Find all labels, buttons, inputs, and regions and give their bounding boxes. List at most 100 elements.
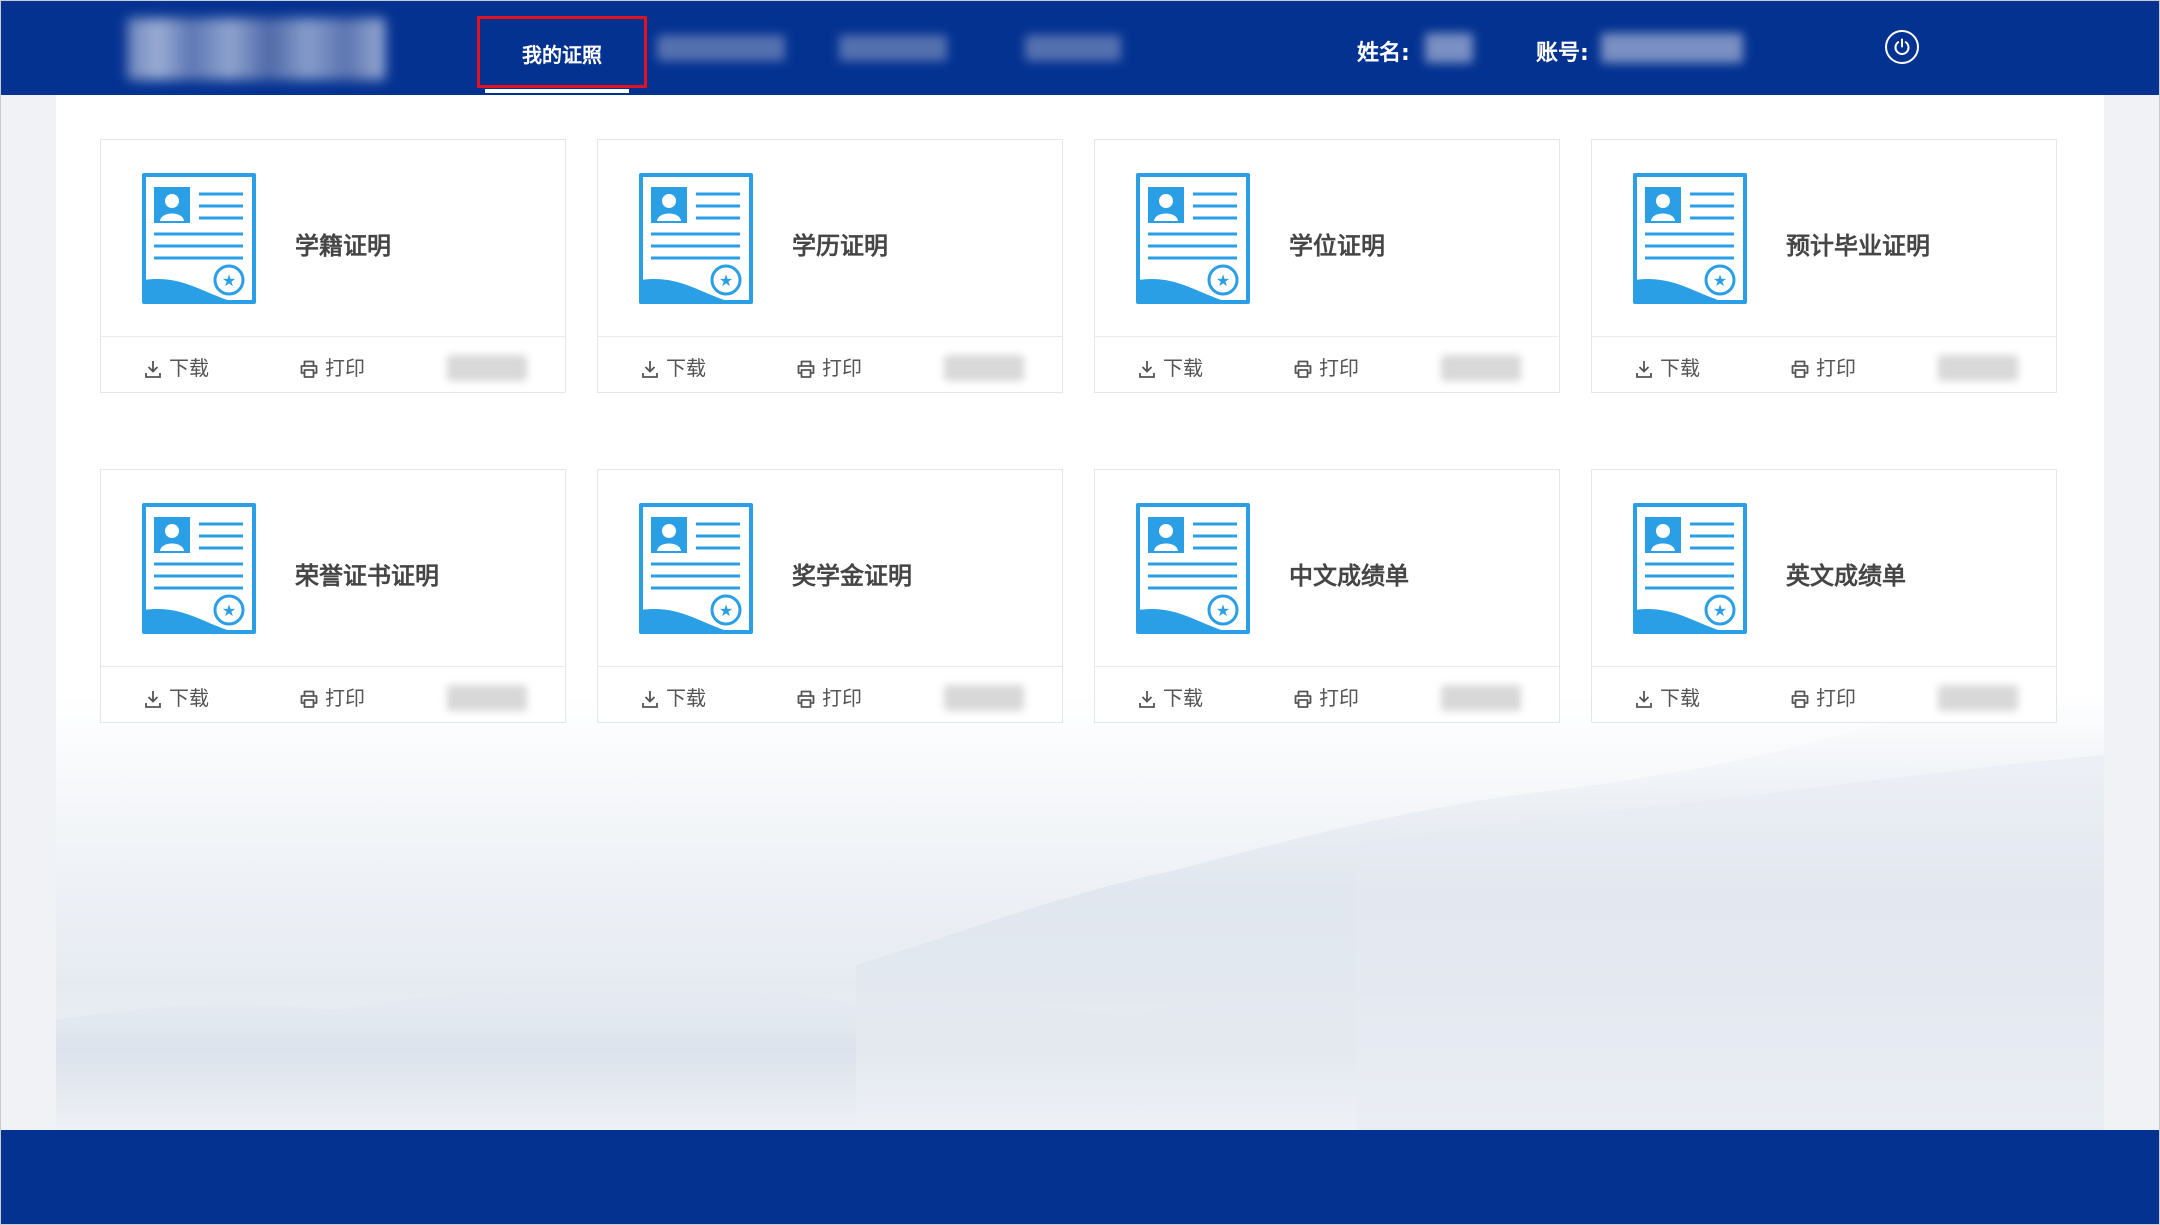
svg-text:★: ★ <box>1713 601 1727 620</box>
card-header[interactable]: ★ 中文成绩单 <box>1095 470 1559 666</box>
logout-button[interactable] <box>1885 30 1919 64</box>
redacted-action[interactable] <box>944 685 1024 711</box>
redacted-action[interactable] <box>944 355 1024 381</box>
certificate-card-english-transcript[interactable]: ★ 英文成绩单 下载 打印 <box>1591 469 2057 723</box>
certificate-card-degree[interactable]: ★ 学位证明 下载 打印 <box>1094 139 1560 393</box>
download-button[interactable]: 下载 <box>640 356 730 380</box>
card-actions: 下载 打印 <box>1592 666 2056 724</box>
printer-icon <box>300 690 318 708</box>
mountain-background <box>56 695 2104 1130</box>
redacted-action[interactable] <box>447 355 527 381</box>
print-label: 打印 <box>325 686 365 710</box>
card-actions: 下载 打印 <box>101 666 565 724</box>
svg-text:★: ★ <box>1713 271 1727 290</box>
download-label: 下载 <box>666 356 706 380</box>
nav-tab-label: 我的证照 <box>522 43 602 67</box>
print-label: 打印 <box>325 356 365 380</box>
card-actions: 下载 打印 <box>1095 666 1559 724</box>
nav-tab-2[interactable] <box>657 35 785 61</box>
card-actions: 下载 打印 <box>1095 336 1559 394</box>
print-button[interactable]: 打印 <box>796 356 886 380</box>
print-button[interactable]: 打印 <box>1293 356 1383 380</box>
redacted-action[interactable] <box>1938 355 2018 381</box>
card-title: 中文成绩单 <box>1289 562 1409 590</box>
card-header[interactable]: ★ 奖学金证明 <box>598 470 1062 666</box>
download-button[interactable]: 下载 <box>1634 356 1724 380</box>
certificate-card-honor[interactable]: ★ 荣誉证书证明 下载 打印 <box>100 469 566 723</box>
print-button[interactable]: 打印 <box>299 686 389 710</box>
printer-icon <box>1294 360 1312 378</box>
download-icon <box>1636 361 1652 378</box>
nav-tab-3[interactable] <box>839 35 947 61</box>
download-icon <box>145 691 161 708</box>
card-header[interactable]: ★ 荣誉证书证明 <box>101 470 565 666</box>
certificate-card-education[interactable]: ★ 学历证明 下载 打印 <box>597 139 1063 393</box>
download-button[interactable]: 下载 <box>1137 686 1227 710</box>
card-title: 荣誉证书证明 <box>295 562 439 590</box>
nav-tab-4[interactable] <box>1025 35 1121 61</box>
download-button[interactable]: 下载 <box>1634 686 1724 710</box>
card-header[interactable]: ★ 学籍证明 <box>101 140 565 336</box>
account-value <box>1601 33 1743 63</box>
certificate-icon: ★ <box>142 173 256 304</box>
download-icon <box>1636 691 1652 708</box>
download-button[interactable]: 下载 <box>1137 356 1227 380</box>
svg-text:★: ★ <box>222 601 236 620</box>
download-label: 下载 <box>1660 356 1700 380</box>
print-label: 打印 <box>1816 356 1856 380</box>
download-label: 下载 <box>666 686 706 710</box>
printer-icon <box>1294 690 1312 708</box>
certificate-icon: ★ <box>142 503 256 634</box>
card-actions: 下载 打印 <box>598 666 1062 724</box>
print-button[interactable]: 打印 <box>299 356 389 380</box>
certificate-card-expected-graduation[interactable]: ★ 预计毕业证明 下载 打印 <box>1591 139 2057 393</box>
name-value <box>1425 33 1473 63</box>
download-icon <box>1139 361 1155 378</box>
certificate-icon: ★ <box>1633 503 1747 634</box>
download-button[interactable]: 下载 <box>143 356 233 380</box>
certificate-icon: ★ <box>1633 173 1747 304</box>
print-label: 打印 <box>822 686 862 710</box>
print-button[interactable]: 打印 <box>1293 686 1383 710</box>
redacted-action[interactable] <box>1441 685 1521 711</box>
card-title: 学籍证明 <box>295 232 391 260</box>
power-icon <box>1894 38 1910 55</box>
download-icon <box>642 691 658 708</box>
site-logo[interactable] <box>127 18 385 80</box>
print-button[interactable]: 打印 <box>796 686 886 710</box>
download-button[interactable]: 下载 <box>143 686 233 710</box>
nav-tab-my-certificates[interactable]: 我的证照 <box>477 16 647 88</box>
card-title: 学历证明 <box>792 232 888 260</box>
redacted-action[interactable] <box>1441 355 1521 381</box>
certificate-card-scholarship[interactable]: ★ 奖学金证明 下载 打印 <box>597 469 1063 723</box>
certificate-card-student-status[interactable]: ★ 学籍证明 下载 打印 <box>100 139 566 393</box>
printer-icon <box>300 360 318 378</box>
svg-text:★: ★ <box>1216 601 1230 620</box>
download-label: 下载 <box>1163 686 1203 710</box>
printer-icon <box>797 690 815 708</box>
print-label: 打印 <box>1319 356 1359 380</box>
card-actions: 下载 打印 <box>1592 336 2056 394</box>
svg-text:★: ★ <box>1216 271 1230 290</box>
printer-icon <box>1791 360 1809 378</box>
redacted-action[interactable] <box>447 685 527 711</box>
card-header[interactable]: ★ 学历证明 <box>598 140 1062 336</box>
download-label: 下载 <box>1660 686 1700 710</box>
card-header[interactable]: ★ 预计毕业证明 <box>1592 140 2056 336</box>
print-label: 打印 <box>822 356 862 380</box>
card-header[interactable]: ★ 学位证明 <box>1095 140 1559 336</box>
card-title: 奖学金证明 <box>792 562 912 590</box>
card-actions: 下载 打印 <box>598 336 1062 394</box>
print-label: 打印 <box>1816 686 1856 710</box>
certificate-card-chinese-transcript[interactable]: ★ 中文成绩单 下载 打印 <box>1094 469 1560 723</box>
download-button[interactable]: 下载 <box>640 686 730 710</box>
card-header[interactable]: ★ 英文成绩单 <box>1592 470 2056 666</box>
certificate-icon: ★ <box>639 503 753 634</box>
print-button[interactable]: 打印 <box>1790 686 1880 710</box>
redacted-action[interactable] <box>1938 685 2018 711</box>
name-label: 姓名: <box>1357 41 1410 66</box>
certificate-icon: ★ <box>1136 173 1250 304</box>
active-tab-indicator <box>485 89 629 93</box>
print-button[interactable]: 打印 <box>1790 356 1880 380</box>
download-icon <box>1139 691 1155 708</box>
